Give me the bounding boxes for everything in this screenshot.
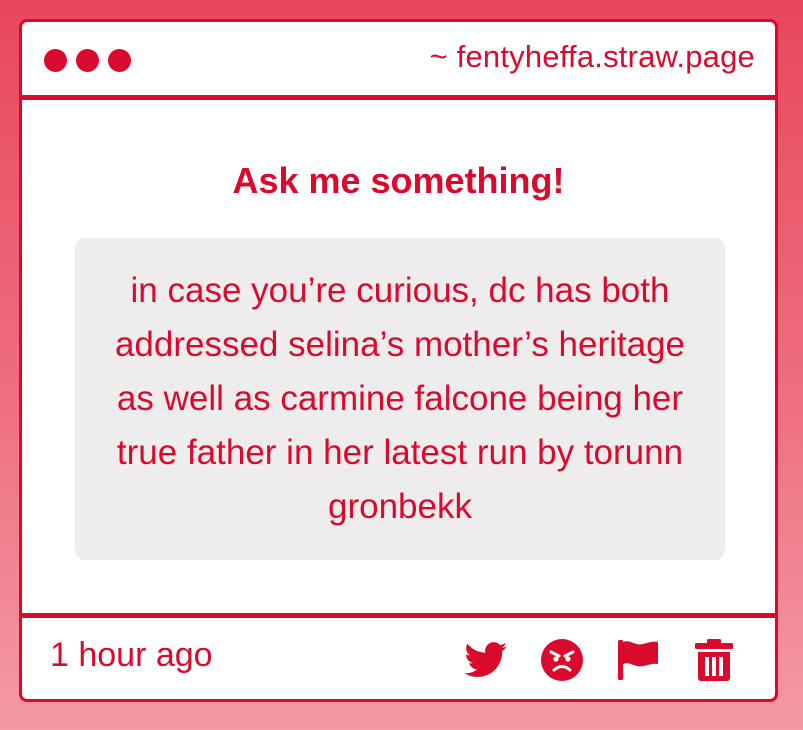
action-bar	[463, 637, 737, 683]
question-box: in case you’re curious, dc has both addr…	[75, 238, 725, 560]
window-dot	[76, 49, 99, 72]
window-dot	[108, 49, 131, 72]
window-dot	[44, 49, 67, 72]
trash-icon	[695, 639, 733, 681]
window-titlebar: ~ fentyheffa.straw.page	[22, 22, 775, 100]
card-footer: 1 hour ago	[22, 613, 775, 699]
window-controls	[44, 49, 131, 72]
flag-icon	[618, 640, 658, 680]
angry-face-icon	[541, 639, 583, 681]
delete-button[interactable]	[691, 637, 737, 683]
card-content: Ask me something! in case you’re curious…	[22, 100, 775, 613]
page-url: ~ fentyheffa.straw.page	[429, 39, 755, 74]
question-card: ~ fentyheffa.straw.page Ask me something…	[19, 19, 778, 702]
report-button[interactable]	[615, 637, 661, 683]
twitter-icon	[464, 642, 507, 677]
react-angry-button[interactable]	[539, 637, 585, 683]
page-title: Ask me something!	[232, 160, 565, 201]
share-twitter-button[interactable]	[463, 637, 509, 683]
timestamp: 1 hour ago	[50, 636, 213, 674]
question-text: in case you’re curious, dc has both addr…	[114, 271, 686, 526]
